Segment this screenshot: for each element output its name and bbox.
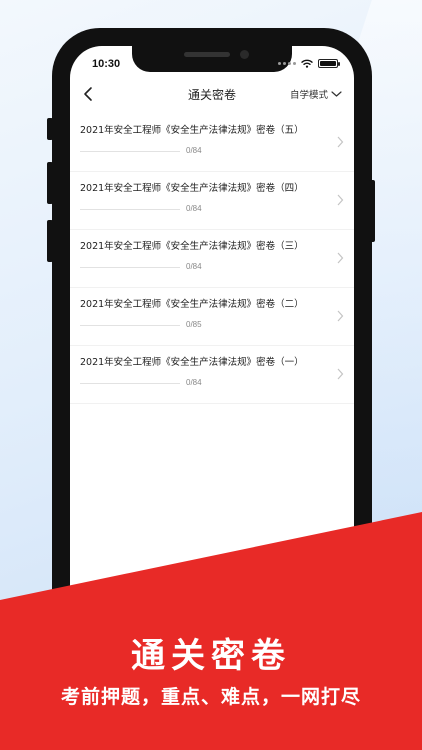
progress-bar xyxy=(80,383,180,384)
progress-bar xyxy=(80,267,180,268)
nav-bar: 通关密卷 自学模式 xyxy=(70,80,354,110)
progress-count: 0/84 xyxy=(186,262,202,271)
chevron-right-icon xyxy=(337,136,344,148)
paper-item[interactable]: 2021年安全工程师《安全生产法律法规》密卷（三） 0/84 xyxy=(70,230,354,288)
mode-label: 自学模式 xyxy=(289,90,328,101)
progress-bar xyxy=(80,325,180,326)
phone-volume-up xyxy=(47,162,53,204)
phone-side-button xyxy=(47,118,53,140)
paper-list: 2021年安全工程师《安全生产法律法规》密卷（五） 0/84 2021年安全工程… xyxy=(70,114,354,404)
paper-title: 2021年安全工程师《安全生产法律法规》密卷（三） xyxy=(80,241,304,252)
signal-icon xyxy=(278,62,296,65)
camera xyxy=(240,50,249,59)
paper-item[interactable]: 2021年安全工程师《安全生产法律法规》密卷（二） 0/85 xyxy=(70,288,354,346)
chevron-right-icon xyxy=(337,194,344,206)
banner-title: 通关密卷 xyxy=(131,636,291,676)
paper-item[interactable]: 2021年安全工程师《安全生产法律法规》密卷（一） 0/84 xyxy=(70,346,354,404)
paper-title: 2021年安全工程师《安全生产法律法规》密卷（一） xyxy=(80,357,304,368)
progress-bar xyxy=(80,209,180,210)
progress-count: 0/84 xyxy=(186,146,202,155)
phone-notch xyxy=(132,46,292,72)
chevron-right-icon xyxy=(337,368,344,380)
progress-bar xyxy=(80,151,180,152)
phone-power-button xyxy=(369,180,375,242)
progress-count: 0/85 xyxy=(186,320,202,329)
battery-icon xyxy=(318,59,340,68)
speaker xyxy=(184,52,230,57)
paper-item[interactable]: 2021年安全工程师《安全生产法律法规》密卷（四） 0/84 xyxy=(70,172,354,230)
progress-count: 0/84 xyxy=(186,378,202,387)
chevron-right-icon xyxy=(337,252,344,264)
paper-item[interactable]: 2021年安全工程师《安全生产法律法规》密卷（五） 0/84 xyxy=(70,114,354,172)
phone-volume-down xyxy=(47,220,53,262)
status-time: 10:30 xyxy=(92,58,121,70)
paper-title: 2021年安全工程师《安全生产法律法规》密卷（五） xyxy=(80,125,304,136)
status-icons xyxy=(278,59,340,68)
progress-count: 0/84 xyxy=(186,204,202,213)
chevron-down-icon xyxy=(331,91,342,97)
wifi-icon xyxy=(301,59,313,68)
mode-select[interactable]: 自学模式 xyxy=(290,87,342,101)
chevron-right-icon xyxy=(337,310,344,322)
banner-subtitle: 考前押题，重点、难点，一网打尽 xyxy=(60,686,361,708)
paper-title: 2021年安全工程师《安全生产法律法规》密卷（二） xyxy=(80,299,304,310)
paper-title: 2021年安全工程师《安全生产法律法规》密卷（四） xyxy=(80,183,304,194)
